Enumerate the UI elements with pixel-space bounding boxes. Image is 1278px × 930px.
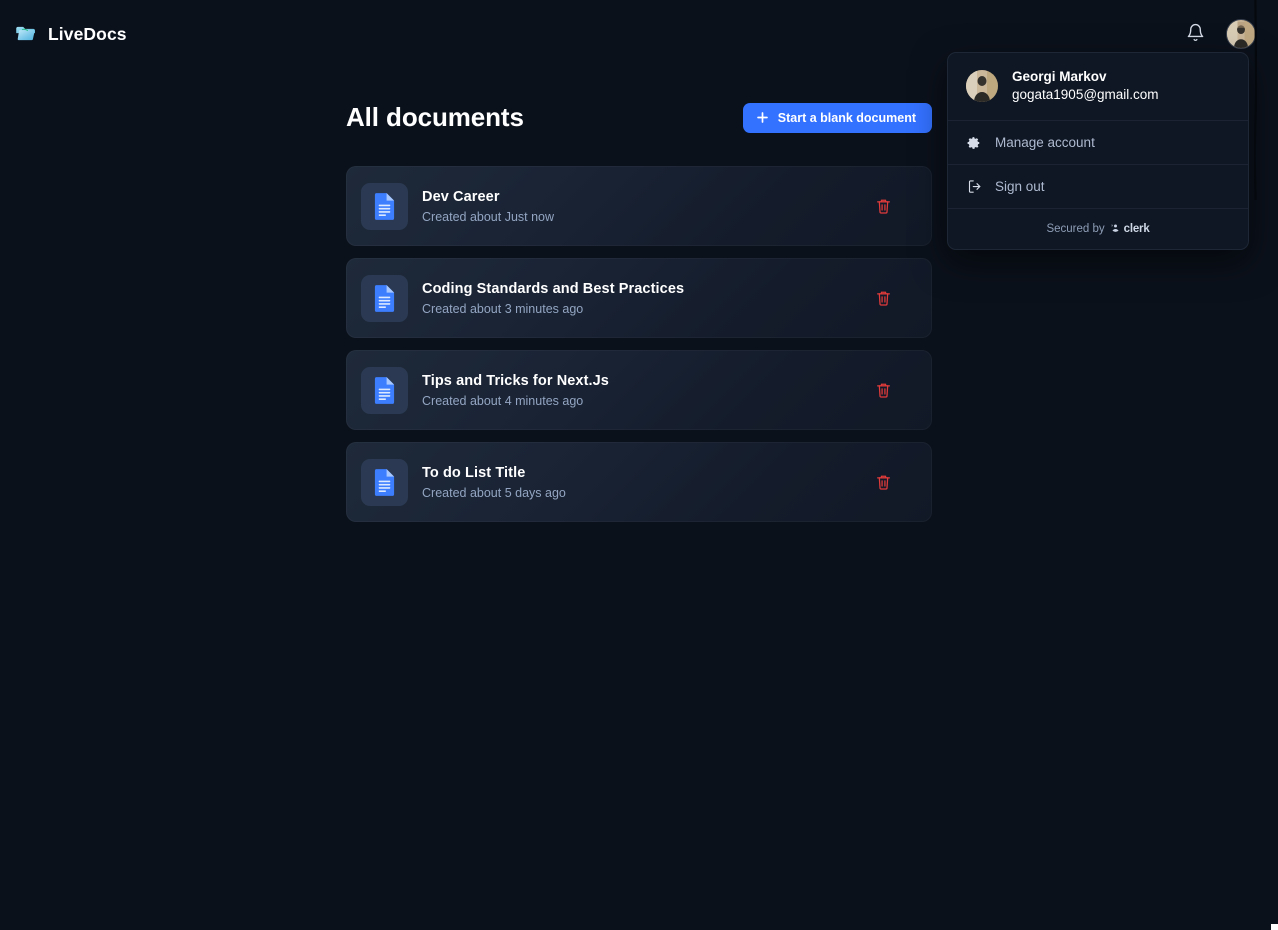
document-title: Dev Career [422,188,500,205]
clerk-icon [1110,220,1121,238]
document-info: Coding Standards and Best Practices Crea… [422,281,870,316]
trash-icon [876,382,891,398]
user-identity: Georgi Markov gogata1905@gmail.com [948,53,1248,121]
sign-out-label: Sign out [995,179,1045,194]
header-actions [1182,19,1256,49]
documents-panel: All documents Start a blank document Dev… [346,102,932,522]
notifications-button[interactable] [1182,21,1208,47]
start-blank-document-label: Start a blank document [777,110,916,125]
brand-name: LiveDocs [48,23,127,44]
document-icon [361,458,408,506]
documents-list: Dev Career Created about Just now Coding… [346,166,932,522]
user-email: gogata1905@gmail.com [1012,87,1159,102]
document-created: Created about 5 days ago [422,485,566,500]
document-created: Created about Just now [422,209,555,224]
trash-icon [876,474,891,490]
brand-logo-link[interactable]: LiveDocs [14,22,127,47]
document-row[interactable]: Coding Standards and Best Practices Crea… [346,258,932,338]
user-full-name: Georgi Markov [1012,69,1107,84]
document-created: Created about 4 minutes ago [422,393,584,408]
document-title: Tips and Tricks for Next.Js [422,372,609,389]
corner-artifact [1271,924,1278,930]
documents-header: All documents Start a blank document [346,102,932,133]
start-blank-document-button[interactable]: Start a blank document [742,102,932,133]
document-icon [361,182,408,230]
bell-icon [1186,23,1205,45]
manage-account-label: Manage account [995,135,1095,150]
gear-icon [966,135,982,151]
clerk-name: clerk [1123,223,1150,235]
document-row[interactable]: To do List Title Created about 5 days ag… [346,442,932,522]
plus-icon [756,111,769,124]
document-row[interactable]: Dev Career Created about Just now [346,166,932,246]
delete-document-button[interactable] [870,285,896,311]
delete-document-button[interactable] [870,469,896,495]
document-info: To do List Title Created about 5 days ag… [422,465,870,500]
document-row[interactable]: Tips and Tricks for Next.Js Created abou… [346,350,932,430]
sign-out-menu-item[interactable]: Sign out [948,165,1248,209]
secured-by-label: Secured by [1046,223,1105,235]
document-created: Created about 3 minutes ago [422,301,584,316]
sign-out-icon [966,179,982,195]
trash-icon [876,290,891,306]
document-info: Dev Career Created about Just now [422,189,870,224]
clerk-brand: clerk [1110,220,1150,238]
user-avatar [966,69,998,102]
delete-document-button[interactable] [870,377,896,403]
menu-footer: Secured by clerk [948,209,1248,249]
document-icon [361,366,408,414]
document-title: Coding Standards and Best Practices [422,280,685,297]
manage-account-menu-item[interactable]: Manage account [948,121,1248,165]
folder-logo-icon [14,22,39,47]
document-icon [361,274,408,322]
document-info: Tips and Tricks for Next.Js Created abou… [422,373,870,408]
user-avatar-button[interactable] [1226,19,1256,49]
page-title: All documents [346,102,524,132]
delete-document-button[interactable] [870,193,896,219]
user-name-block: Georgi Markov gogata1905@gmail.com [1012,69,1159,102]
user-account-menu: Georgi Markov gogata1905@gmail.com Manag… [947,52,1249,250]
user-avatar [1227,20,1255,48]
trash-icon [876,198,891,214]
document-title: To do List Title [422,464,526,481]
